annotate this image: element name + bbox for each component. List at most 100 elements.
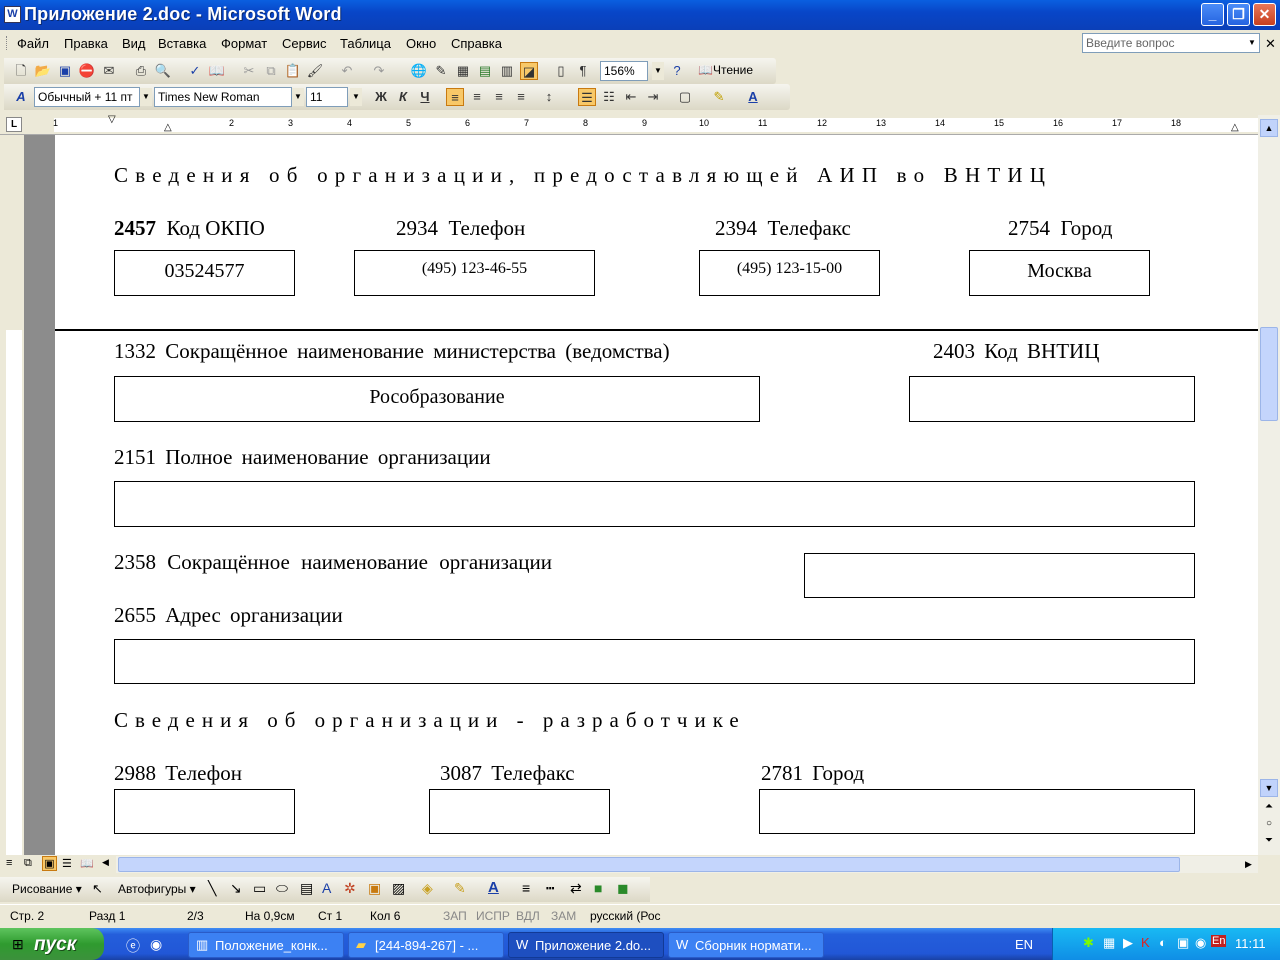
task-button[interactable]: Положение_конк... xyxy=(188,932,344,958)
line-color-icon[interactable]: ✎ xyxy=(454,880,466,897)
zoom-dropdown-icon[interactable]: ▼ xyxy=(652,62,664,80)
bullets-icon[interactable]: ☷ xyxy=(600,88,618,106)
autoshapes-button[interactable]: Автофигуры ▾ xyxy=(118,882,196,896)
line-icon[interactable]: ╲ xyxy=(208,880,216,897)
permission-icon[interactable]: ⛔ xyxy=(78,62,96,80)
tray-app-icon[interactable]: ✱ xyxy=(1083,935,1094,951)
font-dropdown-icon[interactable]: ▼ xyxy=(292,88,304,106)
vertical-scroll-thumb[interactable] xyxy=(1260,327,1278,421)
minimize-button[interactable]: _ xyxy=(1201,3,1224,26)
normal-view-icon[interactable]: ≡ xyxy=(6,857,12,869)
align-left-icon[interactable]: ≡ xyxy=(446,88,464,106)
reading-mode-button[interactable]: 📖Чтение xyxy=(698,63,753,77)
help-search-input[interactable]: Введите вопрос xyxy=(1082,33,1260,53)
tray-update-icon[interactable]: ◐ xyxy=(1159,935,1167,950)
quicklaunch-outlook-icon[interactable]: ◉ xyxy=(150,936,162,953)
menu-grip[interactable] xyxy=(6,36,9,50)
justify-icon[interactable]: ≡ xyxy=(512,88,530,106)
tray-lang-icon[interactable]: En xyxy=(1211,935,1227,947)
save-icon[interactable]: ▣ xyxy=(56,62,74,80)
maximize-button[interactable]: ❐ xyxy=(1227,3,1250,26)
web-view-icon[interactable]: ⧉ xyxy=(24,857,32,870)
fill-color-icon[interactable]: ◈ xyxy=(422,880,433,897)
horizontal-scrollbar[interactable]: ▶ xyxy=(116,856,1258,873)
menu-insert[interactable]: Вставка xyxy=(158,36,206,51)
wordart-icon[interactable]: A xyxy=(322,880,331,896)
rectangle-icon[interactable]: ▭ xyxy=(253,880,266,897)
scroll-right-icon[interactable]: ▶ xyxy=(1240,856,1257,873)
print-preview-icon[interactable]: 🔍 xyxy=(154,62,172,80)
tray-antivirus-icon[interactable]: K xyxy=(1141,935,1150,950)
arrow-icon[interactable]: ↘ xyxy=(230,880,242,897)
insert-table-icon[interactable]: ▦ xyxy=(454,62,472,80)
styles-icon[interactable]: A xyxy=(12,88,30,106)
help-icon[interactable]: ? xyxy=(668,62,686,80)
style-dropdown-icon[interactable]: ▼ xyxy=(140,88,152,106)
paste-icon[interactable]: 📋 xyxy=(284,62,302,80)
format-painter-icon[interactable]: 🖌 xyxy=(306,62,324,80)
close-button[interactable]: ✕ xyxy=(1253,3,1276,26)
italic-button[interactable]: К xyxy=(394,88,412,106)
scroll-up-icon[interactable]: ▲ xyxy=(1260,119,1278,137)
phone-field[interactable]: (495) 123-46-55 xyxy=(354,250,595,296)
status-overtype[interactable]: ЗАМ xyxy=(551,909,576,923)
tables-borders-icon[interactable]: ✎ xyxy=(432,62,450,80)
tray-display-icon[interactable]: ▣ xyxy=(1177,935,1189,951)
vntic-field[interactable] xyxy=(909,376,1195,422)
menu-tools[interactable]: Сервис xyxy=(282,36,327,51)
print-layout-icon[interactable]: ▣ xyxy=(42,856,57,871)
menu-view[interactable]: Вид xyxy=(122,36,146,51)
menu-format[interactable]: Формат xyxy=(221,36,267,51)
okpo-field[interactable]: 03524577 xyxy=(114,250,295,296)
align-center-icon[interactable]: ≡ xyxy=(468,88,486,106)
task-button-active[interactable]: Приложение 2.do... xyxy=(508,932,664,958)
clock[interactable]: 11:11 xyxy=(1235,936,1266,951)
dev-city-field[interactable] xyxy=(759,789,1195,834)
dash-style-icon[interactable]: ┅ xyxy=(546,880,554,897)
first-line-indent-marker[interactable]: ▽ xyxy=(108,114,116,125)
browse-object-icon[interactable]: ○ xyxy=(1260,818,1278,834)
underline-button[interactable]: Ч xyxy=(416,88,434,106)
tray-network-icon[interactable]: ▦ xyxy=(1103,935,1115,951)
reading-view-icon[interactable]: 📖 xyxy=(80,857,94,870)
spelling-icon[interactable]: ✓ xyxy=(186,62,204,80)
tab-selector[interactable]: L xyxy=(6,117,22,132)
menu-file[interactable]: Файл xyxy=(17,36,49,51)
copy-icon[interactable]: ⧉ xyxy=(262,62,280,80)
word-app-icon[interactable]: W xyxy=(4,6,21,23)
columns-icon[interactable]: ▥ xyxy=(498,62,516,80)
quicklaunch-ie-icon[interactable]: ⓔ xyxy=(126,936,140,956)
bold-button[interactable]: Ж xyxy=(372,88,390,106)
doc-close-icon[interactable]: ✕ xyxy=(1265,36,1276,52)
outline-view-icon[interactable]: ☰ xyxy=(62,857,72,870)
drawing-icon[interactable]: ◪ xyxy=(520,62,538,80)
draw-menu-button[interactable]: Рисование ▾ xyxy=(12,882,82,896)
draw-font-color-icon[interactable]: A xyxy=(488,879,499,896)
font-color-icon[interactable]: A xyxy=(744,88,762,106)
vertical-scrollbar[interactable]: ▲ ▼ ⏶ ○ ⏷ xyxy=(1258,115,1280,855)
font-size-field[interactable]: 11 xyxy=(306,87,348,107)
menu-edit[interactable]: Правка xyxy=(64,36,108,51)
horizontal-scroll-thumb[interactable] xyxy=(118,857,1180,872)
open-icon[interactable]: 📂 xyxy=(34,62,52,80)
new-doc-icon[interactable]: 🗋 xyxy=(12,62,30,80)
3d-icon[interactable]: ◼ xyxy=(617,880,629,897)
numbering-icon[interactable]: ☰ xyxy=(578,88,596,106)
fullname-field[interactable] xyxy=(114,481,1195,527)
line-style-icon[interactable]: ≡ xyxy=(522,880,530,896)
dev-phone-field[interactable] xyxy=(114,789,295,834)
align-right-icon[interactable]: ≡ xyxy=(490,88,508,106)
shortname-field[interactable] xyxy=(804,553,1195,598)
menu-help[interactable]: Справка xyxy=(451,36,502,51)
clipart-icon[interactable]: ▣ xyxy=(368,880,381,897)
font-size-dropdown-icon[interactable]: ▼ xyxy=(350,88,362,106)
scroll-down-icon[interactable]: ▼ xyxy=(1260,779,1278,797)
menu-window[interactable]: Окно xyxy=(406,36,436,51)
tray-volume-icon[interactable]: ◉ xyxy=(1195,935,1206,951)
tray-media-icon[interactable]: ▶ xyxy=(1123,935,1133,951)
ministry-field[interactable]: Рособразование xyxy=(114,376,760,422)
right-indent-marker[interactable]: △ xyxy=(1231,122,1239,133)
font-field[interactable]: Times New Roman xyxy=(154,87,292,107)
highlight-icon[interactable]: ✎ xyxy=(710,88,728,106)
menu-table[interactable]: Таблица xyxy=(340,36,391,51)
